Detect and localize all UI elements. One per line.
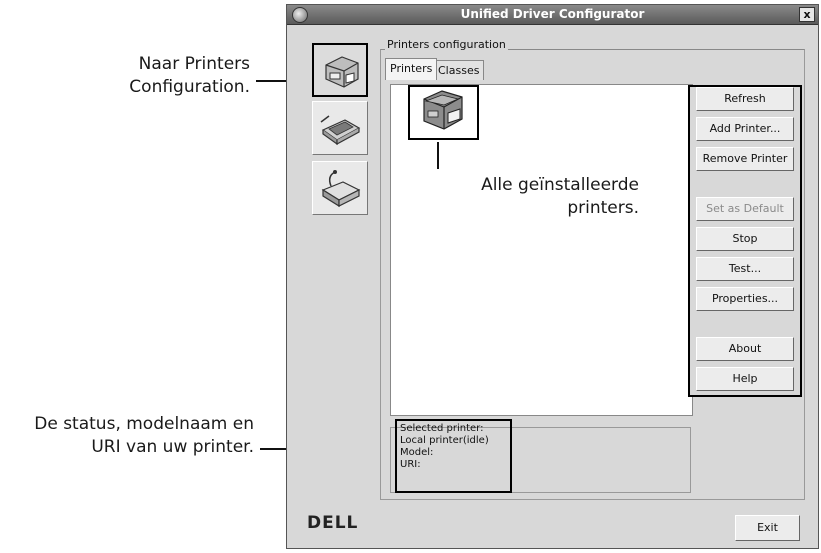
dell-logo: DELL: [307, 513, 359, 533]
printer-icon: [325, 56, 359, 88]
printer-model: Model:: [400, 447, 434, 458]
exit-button[interactable]: Exit: [735, 515, 800, 541]
title-bar[interactable]: Unified Driver Configurator x: [287, 5, 818, 25]
annotation-line: URI van uw printer.: [91, 437, 254, 457]
annotation-line: Naar Printers: [138, 54, 250, 74]
remove-printer-button[interactable]: Remove Printer: [696, 147, 794, 171]
group-label: Printers configuration: [385, 38, 508, 51]
annotation-line: De status, modelnaam en: [34, 414, 254, 434]
leader-line: [437, 142, 439, 169]
tab-printers[interactable]: Printers: [385, 58, 438, 80]
sidebar-item-printers[interactable]: [312, 43, 368, 97]
annotation-line: printers.: [567, 198, 639, 218]
set-as-default-button[interactable]: Set as Default: [696, 197, 794, 221]
selected-printer-header: Selected printer:: [400, 423, 484, 434]
annotation-printer-status: De status, modelnaam en URI van uw print…: [0, 413, 254, 459]
stop-button[interactable]: Stop: [696, 227, 794, 251]
tab-classes[interactable]: Classes: [433, 60, 485, 80]
configurator-window: Unified Driver Configurator x Printers c…: [286, 4, 819, 549]
test-button[interactable]: Test...: [696, 257, 794, 281]
scanner-icon: [320, 115, 361, 146]
close-button[interactable]: x: [799, 7, 815, 22]
printer-status: Local printer(idle): [400, 435, 489, 446]
port-icon: [321, 170, 361, 208]
printer-uri: URI:: [400, 459, 421, 470]
annotation-installed-printers: Alle geïnstalleerde printers.: [437, 174, 639, 220]
annotation-line: Alle geïnstalleerde: [481, 175, 639, 195]
refresh-button[interactable]: Refresh: [696, 87, 794, 111]
add-printer-button[interactable]: Add Printer...: [696, 117, 794, 141]
selected-printer-info: Selected printer: Local printer(idle) Mo…: [395, 419, 512, 493]
properties-button[interactable]: Properties...: [696, 287, 794, 311]
about-button[interactable]: About: [696, 337, 794, 361]
sidebar-item-scanners[interactable]: [312, 101, 368, 155]
printer-icon: [423, 90, 463, 130]
annotation-printers-configuration: Naar Printers Configuration.: [30, 53, 250, 99]
annotation-line: Configuration.: [129, 77, 250, 97]
window-title: Unified Driver Configurator: [460, 7, 645, 21]
help-button[interactable]: Help: [696, 367, 794, 391]
sidebar-item-ports[interactable]: [312, 161, 368, 215]
installed-printer-item[interactable]: [408, 85, 479, 140]
